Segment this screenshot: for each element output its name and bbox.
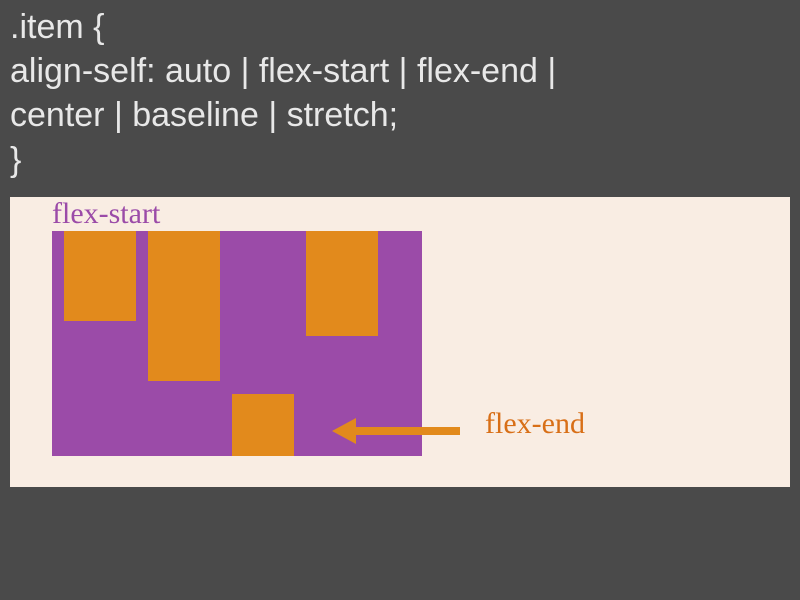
arrow-line-icon	[350, 427, 460, 435]
code-line-1: .item {	[10, 5, 790, 49]
code-line-2: align-self: auto | flex-start | flex-end…	[10, 49, 790, 93]
code-line-3: center | baseline | stretch;	[10, 93, 790, 137]
flex-item-3	[232, 394, 294, 456]
flex-item-4	[306, 231, 378, 336]
code-line-4: }	[10, 138, 790, 182]
code-block: .item { align-self: auto | flex-start | …	[0, 0, 800, 182]
label-flex-end: flex-end	[485, 407, 585, 441]
arrow-icon	[330, 415, 480, 445]
label-flex-start: flex-start	[52, 197, 160, 231]
diagram-panel: flex-start flex-end	[10, 197, 790, 487]
flex-item-1	[64, 231, 136, 321]
flex-item-2	[148, 231, 220, 381]
